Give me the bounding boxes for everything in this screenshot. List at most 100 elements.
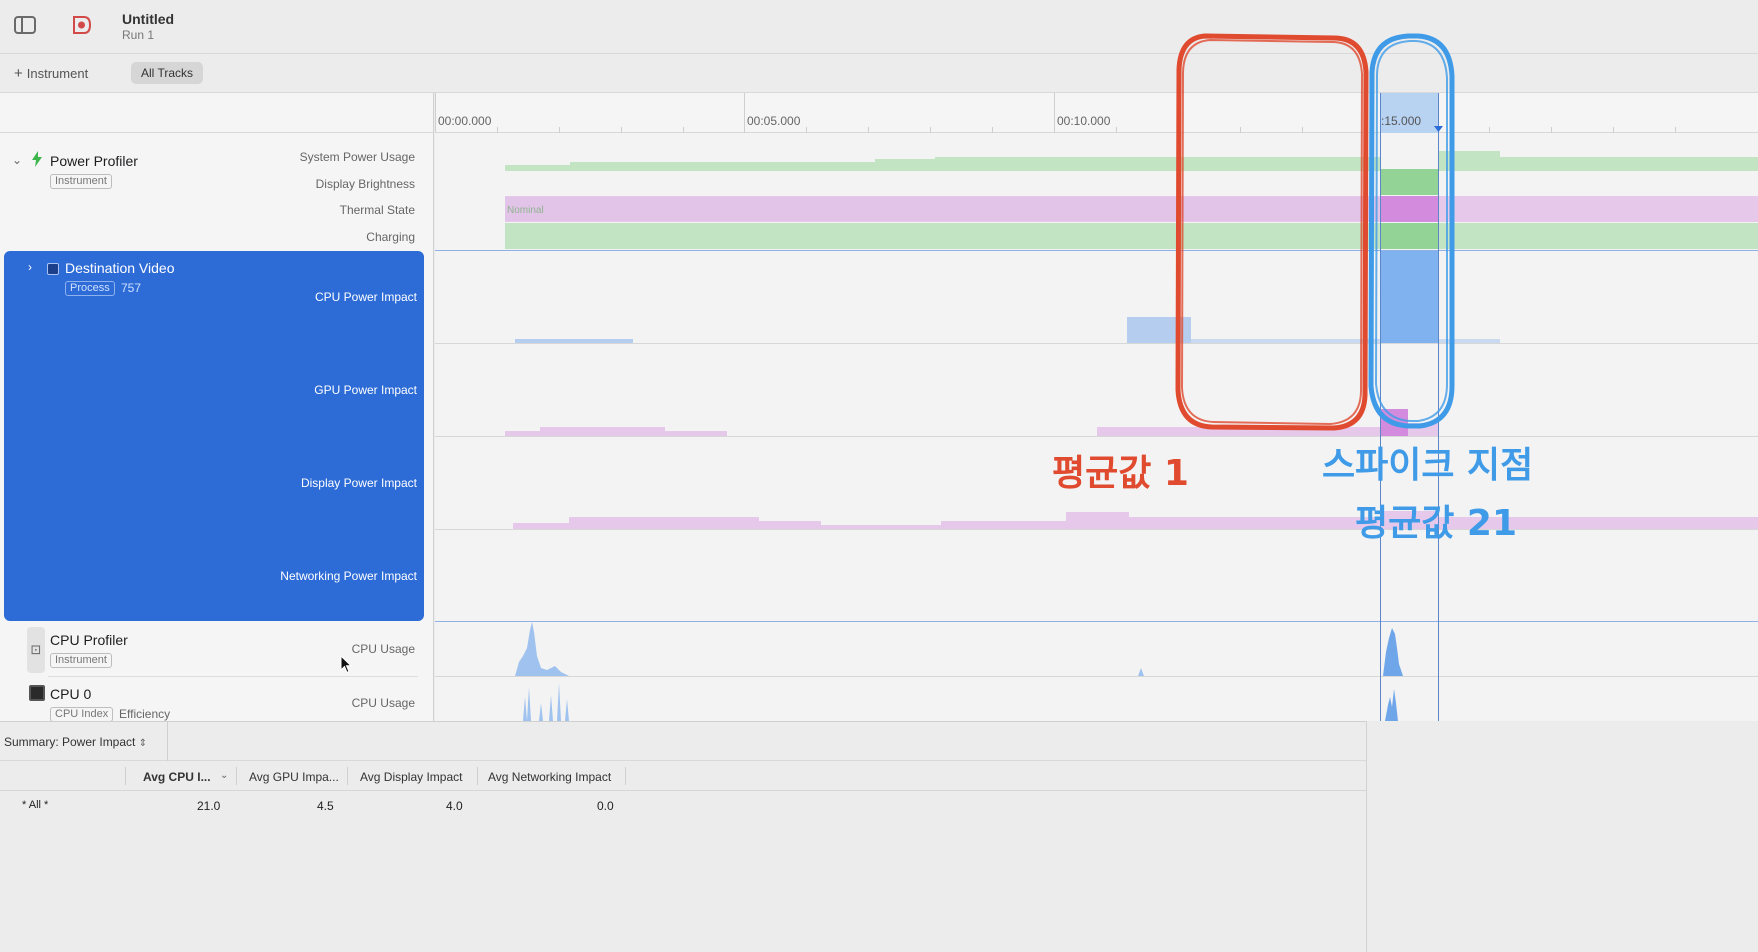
cell-avg-display: 4.0 bbox=[446, 799, 463, 813]
cpu0-name[interactable]: CPU 0 bbox=[50, 686, 91, 702]
timeline[interactable]: 00:00.000 00:05.000 00:10.000 :15.000 No… bbox=[435, 93, 1758, 721]
cpu-profiler-name[interactable]: CPU Profiler bbox=[50, 632, 128, 648]
track-label-display-power-impact: Display Power Impact bbox=[300, 476, 417, 490]
track-label-cpu-power-impact: CPU Power Impact bbox=[314, 290, 417, 304]
divider bbox=[167, 722, 168, 762]
ruler-minor-tick bbox=[621, 127, 622, 133]
track-label-system-power: System Power Usage bbox=[299, 150, 415, 164]
instrument-badge: Instrument bbox=[50, 174, 112, 189]
record-icon[interactable] bbox=[70, 14, 92, 36]
track-label-gpu-power-impact: GPU Power Impact bbox=[314, 383, 417, 397]
inspection-range-end[interactable] bbox=[1438, 93, 1439, 721]
ruler-tick bbox=[744, 93, 745, 133]
summary-selector-label: Summary: Power Impact bbox=[4, 735, 136, 749]
track-label-cpu-usage: CPU Usage bbox=[351, 642, 415, 656]
system-power-selected bbox=[1380, 169, 1438, 195]
track-divider bbox=[435, 343, 1758, 344]
ruler-minor-tick bbox=[559, 127, 560, 133]
ruler-minor-tick bbox=[1489, 127, 1490, 133]
column-divider bbox=[625, 767, 626, 785]
track-label-display-brightness: Display Brightness bbox=[315, 177, 415, 191]
column-divider bbox=[347, 767, 348, 785]
thermal-state-value: Nominal bbox=[507, 205, 544, 216]
core-type-label: Efficiency bbox=[119, 707, 171, 721]
cpu-power-impact-spike bbox=[1380, 251, 1438, 344]
destination-video-track-selected[interactable]: › Destination Video Process 757 CPU Powe… bbox=[4, 251, 424, 621]
sidebar-toggle-icon[interactable] bbox=[14, 16, 36, 34]
ruler-tick-label: 00:10.000 bbox=[1057, 114, 1111, 128]
column-divider bbox=[477, 767, 478, 785]
detail-pane bbox=[1366, 721, 1758, 952]
ruler-tick-label: 00:00.000 bbox=[438, 114, 492, 128]
chevron-down-icon[interactable]: ⌄ bbox=[12, 153, 22, 167]
display-brightness-selected bbox=[1380, 196, 1438, 222]
annotation-average-1: 평균값 1 bbox=[1052, 453, 1189, 494]
ruler-minor-tick bbox=[992, 127, 993, 133]
summary-selector[interactable]: Summary: Power Impact ⇕ bbox=[4, 735, 147, 749]
ruler-minor-tick bbox=[1240, 127, 1241, 133]
track-divider bbox=[435, 436, 1758, 437]
playhead-marker-icon[interactable] bbox=[1434, 126, 1443, 132]
column-divider bbox=[236, 767, 237, 785]
pin-icon[interactable]: ⊡ bbox=[27, 627, 45, 673]
bolt-icon bbox=[32, 151, 42, 167]
document-title: Untitled bbox=[122, 11, 175, 27]
row-label: * All * bbox=[22, 799, 49, 811]
summary-table: Avg CPU I... ⌄ Avg GPU Impa... Avg Displ… bbox=[0, 761, 1366, 952]
ruler-minor-tick bbox=[497, 127, 498, 133]
inspection-range-start[interactable] bbox=[1380, 93, 1381, 721]
ruler-minor-tick bbox=[930, 127, 931, 133]
instrument-badge: Instrument bbox=[50, 653, 112, 668]
cpu-power-impact-bar bbox=[1127, 317, 1191, 343]
cell-avg-gpu: 4.5 bbox=[317, 799, 334, 813]
chevron-right-icon[interactable]: › bbox=[28, 260, 32, 274]
track-divider bbox=[435, 250, 1758, 251]
ruler-minor-tick bbox=[1675, 127, 1676, 133]
display-power-impact-graph bbox=[513, 511, 1758, 530]
gpu-power-impact-spike bbox=[1380, 409, 1408, 436]
power-profiler-name[interactable]: Power Profiler bbox=[50, 153, 138, 169]
track-divider bbox=[435, 529, 1758, 530]
updown-chevron-icon: ⇕ bbox=[138, 738, 148, 749]
process-pid: 757 bbox=[121, 281, 142, 295]
ruler-minor-tick bbox=[683, 127, 684, 133]
column-header-avg-display[interactable]: Avg Display Impact bbox=[360, 770, 463, 784]
ruler-minor-tick bbox=[868, 127, 869, 133]
add-instrument-button[interactable]: + Instrument bbox=[14, 65, 88, 82]
thermal-state-selected bbox=[1380, 223, 1438, 249]
cell-avg-networking: 0.0 bbox=[597, 799, 614, 813]
ruler-tick bbox=[435, 93, 436, 133]
table-header: Avg CPU I... ⌄ Avg GPU Impa... Avg Displ… bbox=[0, 761, 1366, 791]
ruler-tick bbox=[1054, 93, 1055, 133]
all-tracks-button[interactable]: All Tracks bbox=[131, 62, 204, 84]
display-brightness-band bbox=[505, 197, 1380, 221]
column-header-avg-networking[interactable]: Avg Networking Impact bbox=[488, 770, 611, 784]
thermal-state-band bbox=[505, 223, 1758, 249]
time-ruler[interactable]: 00:00.000 00:05.000 00:10.000 :15.000 bbox=[435, 93, 1758, 133]
ruler-tick-label: 00:05.000 bbox=[747, 114, 801, 128]
mouse-cursor-icon bbox=[340, 655, 353, 674]
column-header-avg-gpu[interactable]: Avg GPU Impa... bbox=[249, 770, 339, 784]
process-badge: Process bbox=[65, 281, 115, 296]
cpu-chip-icon bbox=[29, 685, 45, 701]
ruler-minor-tick bbox=[1116, 127, 1117, 133]
track-label-charging: Charging bbox=[366, 230, 415, 244]
ruler-minor-tick bbox=[1551, 127, 1552, 133]
row-divider bbox=[48, 676, 418, 677]
track-label-cpu-usage: CPU Usage bbox=[351, 696, 415, 710]
ruler-minor-tick bbox=[1178, 127, 1179, 133]
gpu-power-impact-bar bbox=[1408, 423, 1438, 436]
track-label-thermal-state: Thermal State bbox=[339, 203, 415, 217]
system-power-usage-graph bbox=[505, 151, 1758, 171]
column-divider bbox=[125, 767, 126, 785]
process-name[interactable]: Destination Video bbox=[65, 260, 174, 276]
gpu-power-impact-bar bbox=[540, 427, 665, 436]
add-instrument-label: Instrument bbox=[26, 66, 89, 81]
cpu0-usage-graph bbox=[523, 683, 1398, 721]
column-header-avg-cpu[interactable]: Avg CPU I... bbox=[143, 770, 211, 784]
sort-chevron-icon[interactable]: ⌄ bbox=[220, 770, 228, 781]
cpu-profiler-usage-graph bbox=[515, 622, 1403, 676]
track-label-networking-power-impact: Networking Power Impact bbox=[280, 569, 417, 583]
track-list-header bbox=[0, 93, 434, 133]
title-bar: Untitled Run 1 bbox=[0, 0, 1758, 54]
